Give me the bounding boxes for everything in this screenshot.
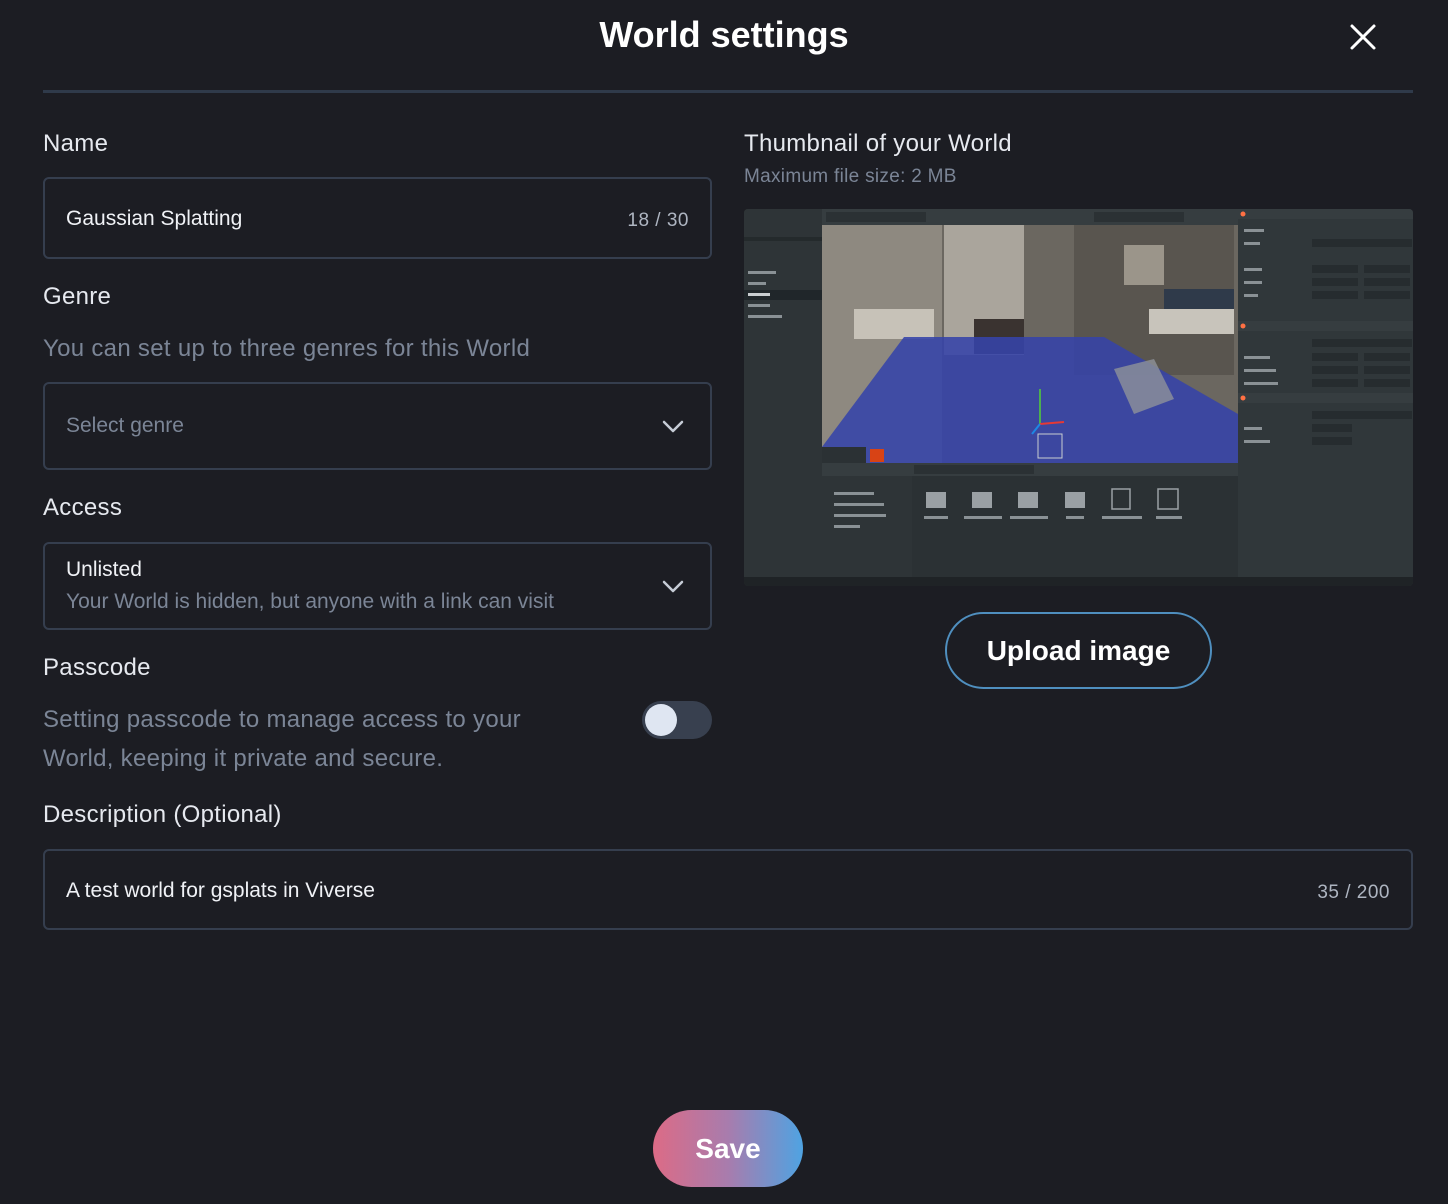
description-input-value: A test world for gsplats in Viverse (66, 879, 375, 902)
passcode-toggle[interactable] (642, 701, 712, 739)
access-select[interactable]: Unlisted Your World is hidden, but anyon… (43, 542, 712, 630)
dialog-header: World settings (0, 0, 1448, 92)
access-label: Access (43, 494, 123, 521)
editor-screenshot-thumbnail (744, 209, 1413, 586)
genre-select-placeholder: Select genre (66, 414, 184, 437)
name-input-value: Gaussian Splatting (66, 207, 243, 230)
passcode-hint-line1: Setting passcode to manage access to you… (43, 706, 521, 733)
thumbnail-size-hint: Maximum file size: 2 MB (744, 166, 957, 187)
upload-image-button[interactable]: Upload image (945, 612, 1212, 689)
toggle-knob (645, 704, 677, 736)
thumbnail-label: Thumbnail of your World (744, 130, 1012, 157)
genre-select[interactable]: Select genre (43, 382, 712, 470)
access-selected-value: Unlisted (66, 558, 142, 581)
dialog-title: World settings (599, 14, 849, 55)
access-selected-description: Your World is hidden, but anyone with a … (66, 590, 554, 613)
chevron-down-icon (662, 420, 684, 433)
name-char-counter: 18 / 30 (627, 210, 689, 231)
name-label: Name (43, 130, 109, 157)
passcode-label: Passcode (43, 654, 151, 681)
chevron-down-icon (662, 580, 684, 593)
genre-label: Genre (43, 283, 112, 310)
header-divider (43, 90, 1413, 93)
description-label: Description (Optional) (43, 801, 282, 828)
genre-hint: You can set up to three genres for this … (43, 335, 531, 362)
save-button[interactable]: Save (653, 1110, 803, 1187)
description-input[interactable]: A test world for gsplats in Viverse 35 /… (43, 849, 1413, 930)
passcode-hint-line2: World, keeping it private and secure. (43, 745, 444, 772)
description-char-counter: 35 / 200 (1317, 882, 1390, 903)
close-icon (1350, 24, 1376, 50)
close-button[interactable] (1344, 18, 1382, 56)
name-input[interactable]: Gaussian Splatting 18 / 30 (43, 177, 712, 259)
thumbnail-image (744, 209, 1413, 586)
